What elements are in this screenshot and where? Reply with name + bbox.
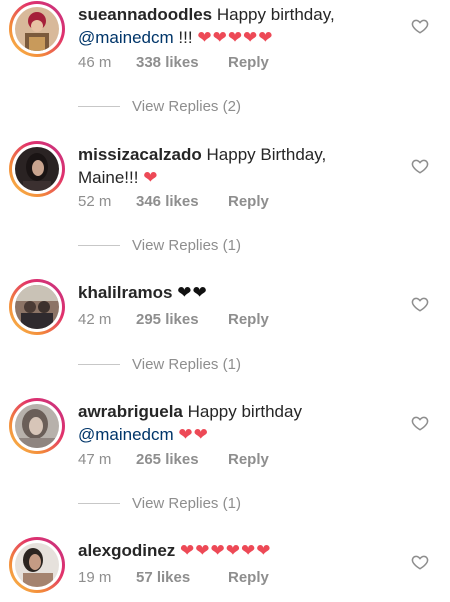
divider-line (78, 502, 120, 504)
likes-count[interactable]: 295 likes (136, 311, 228, 328)
comment-meta: 19 m 57 likes Reply (78, 569, 269, 586)
username[interactable]: missizacalzado (78, 145, 202, 164)
timestamp: 52 m (78, 193, 112, 210)
heart-emojis: ❤ (143, 168, 159, 187)
heart-outline-icon[interactable] (411, 414, 429, 432)
view-replies-button[interactable]: View Replies (2) (78, 96, 328, 116)
divider-line (78, 363, 120, 365)
heart-emojis: ❤❤ (178, 425, 209, 444)
username[interactable]: alexgodinez (78, 541, 175, 560)
divider-line (78, 244, 120, 246)
heart-outline-icon[interactable] (411, 553, 429, 571)
avatar-sueannadoodles[interactable] (9, 1, 65, 57)
comment-body: missizacalzado Happy Birthday, Maine!!! … (78, 143, 398, 189)
likes-count[interactable]: 265 likes (136, 451, 228, 468)
reply-button[interactable]: Reply (228, 54, 269, 71)
username[interactable]: khalilramos (78, 283, 173, 302)
view-replies-label: View Replies (2) (132, 97, 241, 115)
mention-link[interactable]: @mainedcm (78, 28, 174, 47)
view-replies-button[interactable]: View Replies (1) (78, 235, 328, 255)
reply-button[interactable]: Reply (228, 569, 269, 586)
comment-meta: 52 m 346 likes Reply (78, 193, 269, 210)
view-replies-button[interactable]: View Replies (1) (78, 354, 328, 374)
comment-meta: 46 m 338 likes Reply (78, 54, 269, 71)
mention-link[interactable]: @mainedcm (78, 425, 174, 444)
divider-line (78, 105, 120, 107)
reply-button[interactable]: Reply (228, 311, 269, 328)
comment-meta: 47 m 265 likes Reply (78, 451, 269, 468)
heart-outline-icon[interactable] (411, 295, 429, 313)
likes-count[interactable]: 338 likes (136, 54, 228, 71)
likes-count[interactable]: 57 likes (136, 569, 228, 586)
likes-count[interactable]: 346 likes (136, 193, 228, 210)
comment-body: awrabriguela Happy birthday @mainedcm ❤❤ (78, 400, 398, 446)
view-replies-button[interactable]: View Replies (1) (78, 493, 328, 513)
comment-suffix: !!! (178, 28, 193, 47)
comment-text: Happy birthday, (216, 5, 335, 24)
comment-text-line2: Maine!!! (78, 168, 139, 187)
heart-emojis: ❤❤❤❤❤❤ (180, 541, 272, 560)
heart-emojis: ❤❤❤❤❤ (197, 28, 274, 47)
comment-text: Happy Birthday, (206, 145, 327, 164)
timestamp: 47 m (78, 451, 112, 468)
timestamp: 19 m (78, 569, 112, 586)
heart-outline-icon[interactable] (411, 157, 429, 175)
comment-body: khalilramos ❤❤ (78, 281, 398, 304)
username[interactable]: sueannadoodles (78, 5, 212, 24)
comment-body: sueannadoodles Happy birthday, @mainedcm… (78, 3, 398, 49)
reply-button[interactable]: Reply (228, 193, 269, 210)
view-replies-label: View Replies (1) (132, 355, 241, 373)
reply-button[interactable]: Reply (228, 451, 269, 468)
avatar-alexgodinez[interactable] (9, 537, 65, 593)
comment-body: alexgodinez ❤❤❤❤❤❤ (78, 539, 398, 562)
avatar-khalilramos[interactable] (9, 279, 65, 335)
view-replies-label: View Replies (1) (132, 494, 241, 512)
avatar-awrabriguela[interactable] (9, 398, 65, 454)
comment-meta: 42 m 295 likes Reply (78, 311, 269, 328)
heart-outline-icon[interactable] (411, 17, 429, 35)
username[interactable]: awrabriguela (78, 402, 183, 421)
heart-emojis: ❤❤ (177, 283, 208, 302)
timestamp: 46 m (78, 54, 112, 71)
timestamp: 42 m (78, 311, 112, 328)
view-replies-label: View Replies (1) (132, 236, 241, 254)
avatar-missizacalzado[interactable] (9, 141, 65, 197)
comment-text: Happy birthday (187, 402, 302, 421)
